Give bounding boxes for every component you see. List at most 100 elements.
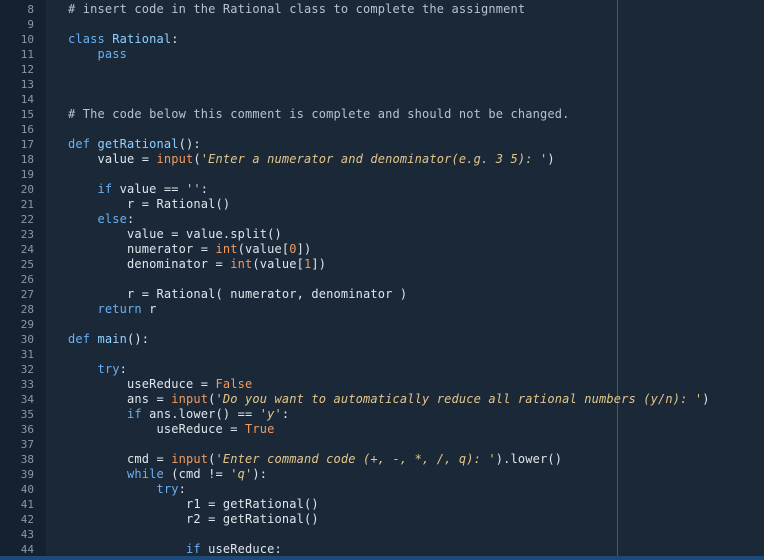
code-line[interactable]: 26 xyxy=(0,272,764,287)
line-number: 38 xyxy=(20,453,34,466)
line-number: 27 xyxy=(20,288,34,301)
code-line[interactable]: 22 else: xyxy=(0,212,764,227)
line-number: 13 xyxy=(20,78,34,91)
code-text[interactable]: if ans.lower() == 'y': xyxy=(68,407,289,422)
code-line[interactable]: 15 # The code below this comment is compl… xyxy=(0,107,764,122)
code-text[interactable]: return r xyxy=(68,302,157,317)
code-text[interactable]: # The code below this comment is complet… xyxy=(68,107,569,122)
code-line[interactable]: 11 pass xyxy=(0,47,764,62)
code-token: 'Enter a numerator and denominator(e.g. … xyxy=(200,152,548,166)
line-number: 36 xyxy=(20,423,34,436)
code-text[interactable]: ans = input('Do you want to automaticall… xyxy=(68,392,710,407)
code-token: def xyxy=(68,332,98,346)
code-token: if xyxy=(97,182,113,196)
code-line[interactable]: 16 xyxy=(0,122,764,137)
code-line[interactable]: 19 xyxy=(0,167,764,182)
code-text[interactable]: value = value.split() xyxy=(68,227,282,242)
line-number: 28 xyxy=(20,303,34,316)
code-line[interactable]: 21 r = Rational() xyxy=(0,197,764,212)
code-text[interactable]: r2 = getRational() xyxy=(68,512,319,527)
code-token: int xyxy=(215,242,238,256)
code-text[interactable]: numerator = int(value[0]) xyxy=(68,242,311,257)
code-text[interactable]: pass xyxy=(68,47,127,62)
code-token: value = value.split() xyxy=(68,227,282,241)
code-line[interactable]: 8 # insert code in the Rational class to … xyxy=(0,2,764,17)
code-text[interactable]: while (cmd != 'q'): xyxy=(68,467,267,482)
code-line[interactable]: 20 if value == '': xyxy=(0,182,764,197)
code-line[interactable]: 14 xyxy=(0,92,764,107)
code-text[interactable]: def main(): xyxy=(68,332,149,347)
code-line[interactable]: 37 xyxy=(0,437,764,452)
code-text[interactable]: denominator = int(value[1]) xyxy=(68,257,326,272)
code-token: 0 xyxy=(289,242,297,256)
code-line[interactable]: 42 r2 = getRational() xyxy=(0,512,764,527)
code-editor[interactable]: 8 # insert code in the Rational class to … xyxy=(0,0,764,560)
code-token: ( xyxy=(208,392,216,406)
code-line[interactable]: 33 useReduce = False xyxy=(0,377,764,392)
code-line[interactable]: 17 def getRational(): xyxy=(0,137,764,152)
code-text[interactable]: r = Rational() xyxy=(68,197,230,212)
code-token: : xyxy=(119,362,127,376)
code-text[interactable]: if value == '': xyxy=(68,182,208,197)
line-number: 14 xyxy=(20,93,34,106)
code-text[interactable]: cmd = input('Enter command code (+, -, *… xyxy=(68,452,562,467)
code-line[interactable]: 31 xyxy=(0,347,764,362)
code-line[interactable]: 25 denominator = int(value[1]) xyxy=(0,257,764,272)
code-line[interactable]: 27 r = Rational( numerator, denominator … xyxy=(0,287,764,302)
code-line[interactable]: 40 try: xyxy=(0,482,764,497)
code-line[interactable]: 43 xyxy=(0,527,764,542)
code-line[interactable]: 10 class Rational: xyxy=(0,32,764,47)
code-line[interactable]: 34 ans = input('Do you want to automatic… xyxy=(0,392,764,407)
code-token: (value[ xyxy=(237,242,290,256)
code-token: else xyxy=(97,212,127,226)
code-line[interactable]: 23 value = value.split() xyxy=(0,227,764,242)
code-text[interactable]: r1 = getRational() xyxy=(68,497,319,512)
code-text[interactable]: value = input('Enter a numerator and den… xyxy=(68,152,555,167)
code-token: if xyxy=(186,542,201,556)
code-text[interactable]: # insert code in the Rational class to c… xyxy=(68,2,525,17)
code-token: (cmd != xyxy=(163,467,231,481)
code-line[interactable]: 28 return r xyxy=(0,302,764,317)
line-number: 22 xyxy=(20,213,34,226)
code-lines[interactable]: 8 # insert code in the Rational class to … xyxy=(0,2,764,557)
code-text[interactable]: try: xyxy=(68,482,186,497)
code-line[interactable]: 24 numerator = int(value[0]) xyxy=(0,242,764,257)
code-token: 'Do you want to automatically reduce all… xyxy=(215,392,703,406)
code-line[interactable]: 36 useReduce = True xyxy=(0,422,764,437)
code-line[interactable]: 12 xyxy=(0,62,764,77)
code-token: input xyxy=(156,152,194,166)
code-line[interactable]: 35 if ans.lower() == 'y': xyxy=(0,407,764,422)
code-text[interactable]: try: xyxy=(68,362,127,377)
code-text[interactable]: class Rational: xyxy=(68,32,179,47)
code-token: while xyxy=(127,467,164,481)
code-token: r2 = getRational() xyxy=(68,512,319,526)
code-line[interactable]: 44 if useReduce: xyxy=(0,542,764,557)
code-text[interactable]: if useReduce: xyxy=(68,542,282,557)
code-line[interactable]: 30 def main(): xyxy=(0,332,764,347)
code-text[interactable]: r = Rational( numerator, denominator ) xyxy=(68,287,407,302)
line-number: 20 xyxy=(20,183,34,196)
code-text[interactable]: useReduce = True xyxy=(68,422,275,437)
code-token: def xyxy=(68,137,98,151)
code-line[interactable]: 29 xyxy=(0,317,764,332)
code-token: ).lower() xyxy=(495,452,563,466)
code-token: ) xyxy=(547,152,555,166)
code-text[interactable]: useReduce = False xyxy=(68,377,252,392)
code-token: ]) xyxy=(311,257,327,271)
code-text[interactable]: def getRational(): xyxy=(68,137,201,152)
code-line[interactable]: 9 xyxy=(0,17,764,32)
code-token: ): xyxy=(252,467,268,481)
code-line[interactable]: 18 value = input('Enter a numerator and … xyxy=(0,152,764,167)
code-line[interactable]: 39 while (cmd != 'q'): xyxy=(0,467,764,482)
code-token: ( xyxy=(208,452,216,466)
line-number: 23 xyxy=(20,228,34,241)
code-line[interactable]: 38 cmd = input('Enter command code (+, -… xyxy=(0,452,764,467)
code-token: 'q' xyxy=(230,467,253,481)
code-line[interactable]: 41 r1 = getRational() xyxy=(0,497,764,512)
code-text[interactable]: else: xyxy=(68,212,135,227)
code-line[interactable]: 32 try: xyxy=(0,362,764,377)
code-line[interactable]: 13 xyxy=(0,77,764,92)
code-token: r = Rational() xyxy=(68,197,231,211)
code-token: ]) xyxy=(296,242,312,256)
